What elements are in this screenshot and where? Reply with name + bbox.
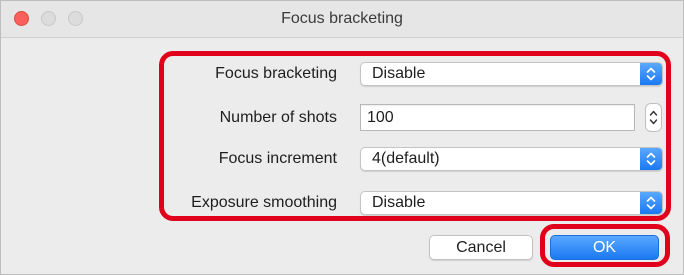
- number-of-shots-label: Number of shots: [219, 109, 337, 126]
- window-title: Focus bracketing: [281, 10, 403, 27]
- exposure-smoothing-select[interactable]: Disable: [360, 191, 663, 215]
- up-down-chevron-icon: [640, 148, 662, 170]
- focus-bracketing-label: Focus bracketing: [215, 65, 337, 82]
- focus-bracketing-dialog: Focus bracketing Focus bracketing Disabl…: [0, 0, 684, 275]
- number-of-shots-stepper[interactable]: [645, 103, 662, 132]
- focus-increment-label: Focus increment: [218, 150, 337, 167]
- focus-increment-value: 4(default): [372, 150, 440, 167]
- up-down-chevron-icon: [640, 63, 662, 85]
- up-down-chevron-icon: [640, 192, 662, 214]
- focus-increment-select[interactable]: 4(default): [360, 147, 663, 171]
- focus-bracketing-select[interactable]: Disable: [360, 62, 663, 86]
- number-of-shots-input[interactable]: 100: [360, 104, 635, 131]
- title-bar: Focus bracketing: [1, 1, 683, 38]
- focus-bracketing-value: Disable: [372, 65, 426, 82]
- exposure-smoothing-label: Exposure smoothing: [191, 194, 337, 211]
- stepper-arrows-icon: [649, 110, 658, 125]
- cancel-button[interactable]: Cancel: [429, 235, 533, 260]
- exposure-smoothing-value: Disable: [372, 194, 426, 211]
- ok-button[interactable]: OK: [550, 235, 659, 260]
- number-of-shots-value: 100: [367, 109, 394, 126]
